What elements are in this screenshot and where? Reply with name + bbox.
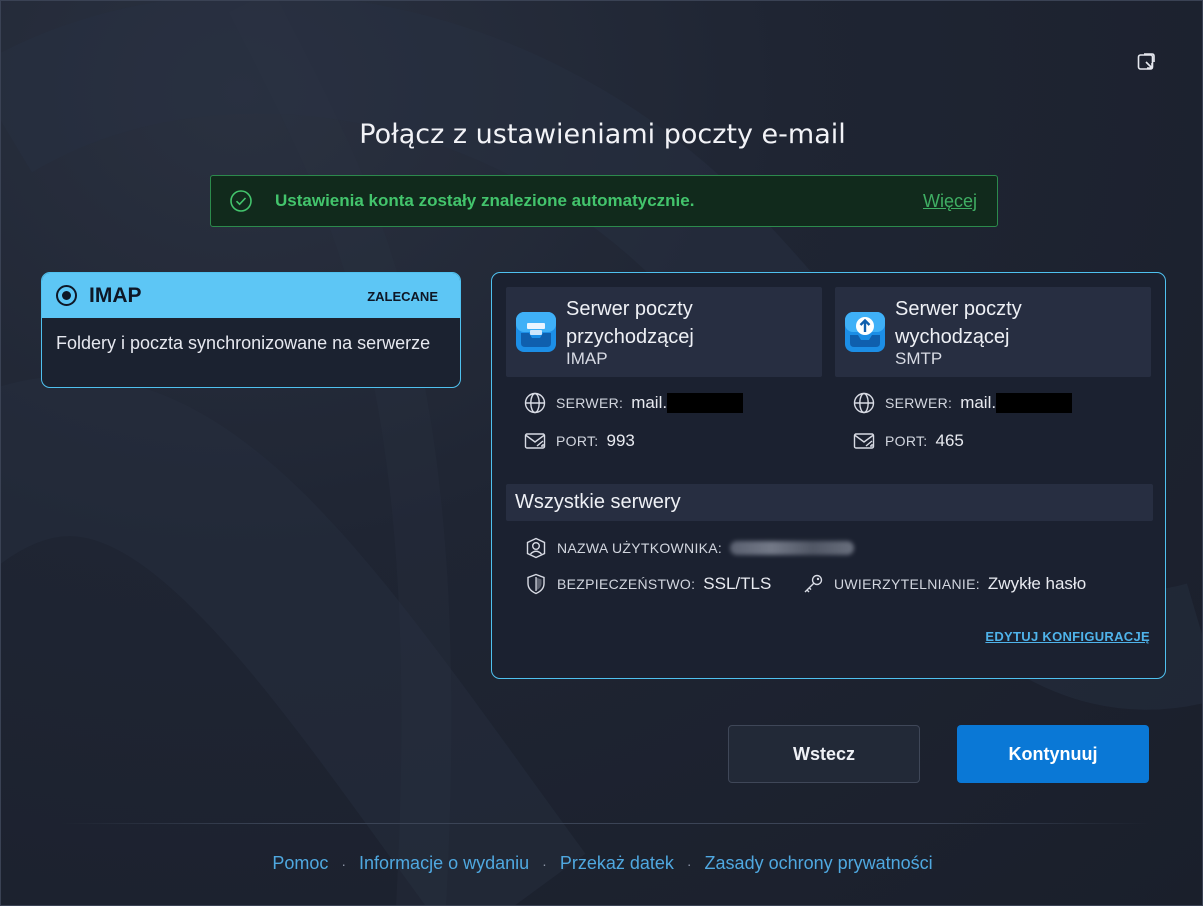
incoming-port-value: 993 xyxy=(606,431,635,450)
outgoing-protocol: SMTP xyxy=(895,349,943,368)
account-setup-window: Połącz z ustawieniami poczty e-mail Usta… xyxy=(0,0,1203,906)
globe-icon xyxy=(853,392,875,414)
user-circle-icon xyxy=(526,537,546,559)
incoming-protocol: IMAP xyxy=(566,349,608,368)
radio-selected-icon[interactable] xyxy=(56,285,77,306)
outgoing-server-label: SERWER: xyxy=(885,395,953,411)
privacy-policy-link[interactable]: Zasady ochrony prywatności xyxy=(705,853,933,874)
security-label: BEZPIECZEŃSTWO: xyxy=(557,576,696,592)
incoming-port-label: PORT: xyxy=(556,433,599,449)
footer-links: Pomoc · Informacje o wydaniu · Przekaż d… xyxy=(1,853,1202,874)
notice-message: Ustawienia konta zostały znalezione auto… xyxy=(275,191,695,210)
check-circle-icon xyxy=(230,190,252,212)
incoming-server-label: SERWER: xyxy=(556,395,624,411)
outgoing-server-box: Serwer poczty wychodzącej SMTP xyxy=(835,287,1151,377)
globe-icon xyxy=(524,392,546,414)
autodetect-notice: Ustawienia konta zostały znalezione auto… xyxy=(210,175,998,227)
option-name: IMAP xyxy=(89,283,142,307)
option-header: IMAP ZALECANE xyxy=(42,273,460,318)
username-value-blurred xyxy=(730,541,855,555)
auth-label: UWIERZYTELNIANIE: xyxy=(834,576,980,592)
inbox-tray-icon xyxy=(516,312,556,352)
security-value: SSL/TLS xyxy=(703,574,772,593)
footer-separator: · xyxy=(686,855,692,872)
outgoing-port-row: PORT: 465 xyxy=(852,429,964,453)
username-row: NAZWA UŻYTKOWNIKA: xyxy=(524,536,855,560)
server-config-panel: Serwer poczty przychodzącej IMAP Serwer … xyxy=(491,272,1166,679)
all-servers-header: Wszystkie serwery xyxy=(506,484,1153,521)
footer-divider xyxy=(61,823,1151,824)
outgoing-server-row: SERWER: mail. xyxy=(852,391,1073,415)
recommended-badge: ZALECANE xyxy=(367,289,438,304)
username-label: NAZWA UŻYTKOWNIKA: xyxy=(557,540,723,556)
edit-configuration-link[interactable]: EDYTUJ KONFIGURACJĘ xyxy=(985,629,1150,644)
security-row: BEZPIECZEŃSTWO: SSL/TLS xyxy=(524,572,771,596)
auth-row: UWIERZYTELNIANIE: Zwykłe hasło xyxy=(801,572,1086,596)
upload-tray-icon xyxy=(845,312,885,352)
footer-separator: · xyxy=(542,855,547,872)
shield-icon xyxy=(527,573,545,595)
incoming-server-title: Serwer poczty przychodzącej xyxy=(566,298,694,348)
release-notes-link[interactable]: Informacje o wydaniu xyxy=(359,853,529,874)
incoming-server-row: SERWER: mail. xyxy=(523,391,744,415)
redacted-block xyxy=(996,393,1073,413)
option-description: Foldery i poczta synchronizowane na serw… xyxy=(56,333,431,353)
incoming-server-box: Serwer poczty przychodzącej IMAP xyxy=(506,287,822,377)
restore-window-icon xyxy=(1137,53,1155,70)
help-link[interactable]: Pomoc xyxy=(272,853,328,874)
outgoing-server-title: Serwer poczty wychodzącej xyxy=(895,298,1022,348)
key-icon xyxy=(804,574,823,593)
outgoing-port-label: PORT: xyxy=(885,433,928,449)
envelope-port-icon xyxy=(524,433,546,449)
back-button[interactable]: Wstecz xyxy=(728,725,920,783)
incoming-port-row: PORT: 993 xyxy=(523,429,635,453)
restore-window-button[interactable] xyxy=(1135,51,1157,73)
page-title: Połącz z ustawieniami poczty e-mail xyxy=(359,119,846,150)
imap-option[interactable]: IMAP ZALECANE Foldery i poczta synchroni… xyxy=(41,272,461,388)
envelope-port-icon xyxy=(853,433,875,449)
donate-link[interactable]: Przekaż datek xyxy=(560,853,674,874)
footer-separator: · xyxy=(341,855,347,872)
auth-value: Zwykłe hasło xyxy=(987,574,1087,593)
continue-button[interactable]: Kontynuuj xyxy=(957,725,1149,783)
outgoing-server-value: mail. xyxy=(960,393,997,412)
more-link[interactable]: Więcej xyxy=(923,191,977,212)
incoming-server-value: mail. xyxy=(631,393,668,412)
redacted-block xyxy=(667,393,744,413)
outgoing-port-value: 465 xyxy=(935,431,964,450)
